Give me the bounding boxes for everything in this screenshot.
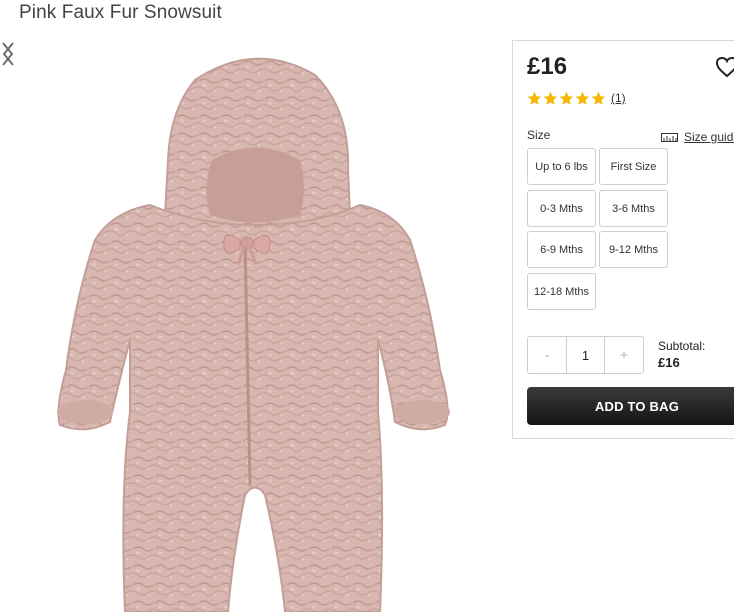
star-icon	[559, 91, 574, 105]
size-option-first-size[interactable]: First Size	[599, 148, 668, 185]
quantity-stepper: - 1 +	[527, 336, 644, 374]
size-option-6-9-mths[interactable]: 6-9 Mths	[527, 231, 596, 268]
product-price: £16	[527, 53, 568, 80]
star-icon	[543, 91, 558, 105]
buy-box: £16 (1) Size Size guide Up to 6 lbs Firs…	[512, 40, 734, 439]
size-option-3-6-mths[interactable]: 3-6 Mths	[599, 190, 668, 227]
heart-icon[interactable]	[715, 56, 734, 78]
size-option-0-3-mths[interactable]: 0-3 Mths	[527, 190, 596, 227]
size-option-12-18-mths[interactable]: 12-18 Mths	[527, 273, 596, 310]
quantity-decrease-button[interactable]: -	[528, 337, 566, 373]
quantity-input[interactable]: 1	[566, 337, 605, 373]
rating-stars	[527, 91, 606, 106]
star-icon	[591, 91, 606, 105]
add-to-bag-button[interactable]: ADD TO BAG	[527, 387, 734, 425]
product-gallery	[0, 40, 500, 612]
chevron-right-icon[interactable]	[0, 40, 16, 68]
product-image	[57, 57, 450, 612]
size-guide-label: Size guide	[684, 130, 734, 144]
star-icon	[575, 91, 590, 105]
size-label: Size	[527, 128, 551, 142]
subtotal-label: Subtotal:	[658, 339, 706, 353]
star-icon	[527, 91, 542, 105]
product-title: Pink Faux Fur Snowsuit	[19, 2, 222, 23]
size-guide-link[interactable]: Size guide	[661, 130, 734, 144]
size-option-9-12-mths[interactable]: 9-12 Mths	[599, 231, 668, 268]
subtotal-value: £16	[658, 355, 680, 370]
quantity-increase-button[interactable]: +	[605, 337, 643, 373]
ruler-icon	[661, 132, 678, 142]
size-option-up-to-6-lbs[interactable]: Up to 6 lbs	[527, 148, 596, 185]
review-count-link[interactable]: (1)	[611, 91, 626, 105]
